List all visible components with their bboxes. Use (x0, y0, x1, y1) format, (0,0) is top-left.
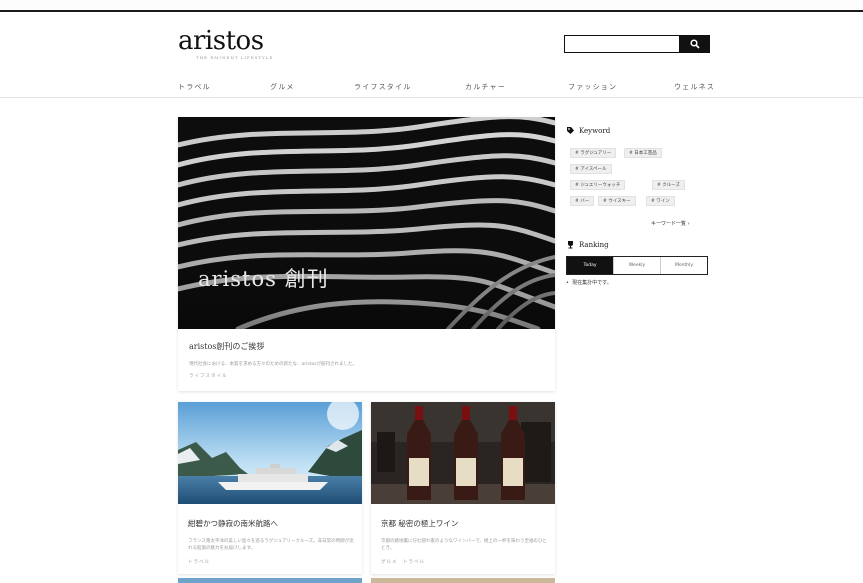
ranking-status: • 現在集計中です。 (566, 280, 612, 286)
search-button[interactable] (680, 35, 710, 53)
next-card-peek (178, 578, 362, 583)
feature-category[interactable]: ライフスタイル (189, 373, 228, 379)
feature-title[interactable]: aristos創刊のご挨拶 (189, 341, 264, 352)
keyword-tag[interactable]: # アイスペール (570, 164, 612, 174)
nav-item-gourmet[interactable]: グルメ (270, 82, 295, 92)
nav-item-travel[interactable]: トラベル (178, 82, 211, 92)
next-card-peek (371, 578, 555, 583)
trophy-icon (568, 241, 573, 249)
article-excerpt: フランス南太平洋の美しい島々を巡るラグジュアリークルーズ。非日常の時間が流れる船… (188, 539, 354, 551)
keyword-tag[interactable]: # バー (570, 196, 595, 206)
feature-overlay-text: aristos 創刊 (198, 267, 329, 291)
nav-item-lifestyle[interactable]: ライフスタイル (354, 82, 411, 92)
ranking-heading-label: Ranking (579, 240, 609, 249)
article-card[interactable]: 京都 秘密の極上ワイン 京都の路地裏に佇む隠れ家のようなワインバーで、極上の一杯… (371, 402, 555, 574)
site-tagline: THE EMINENT LIFESTYLE (196, 55, 274, 60)
ranking-tabs: Today Weekly Monthly (566, 256, 708, 275)
nav-item-fashion[interactable]: ファッション (568, 82, 617, 92)
keyword-tag[interactable]: # ジュエリーウォッチ (570, 180, 626, 190)
keyword-tag[interactable]: # ワイン (646, 196, 675, 206)
article-category[interactable]: トラベル (188, 559, 210, 565)
keyword-tag[interactable]: # ウイスキー (598, 196, 636, 206)
tab-monthly[interactable]: Monthly (661, 257, 707, 274)
keyword-tag[interactable]: # ラグジュアリー (570, 148, 617, 158)
keyword-heading-label: Keyword (579, 126, 611, 135)
search-input[interactable] (564, 35, 680, 53)
tag-icon (567, 127, 574, 134)
nav-item-culture[interactable]: カルチャー (465, 82, 506, 92)
keyword-list-link[interactable]: キーワード一覧 › (651, 220, 690, 227)
nav-item-wellness[interactable]: ウェルネス (674, 82, 715, 92)
article-category[interactable]: グルメ トラベル (381, 559, 425, 565)
search-icon (690, 39, 700, 49)
tab-weekly[interactable]: Weekly (614, 257, 661, 274)
keyword-tag[interactable]: # クルーズ (652, 180, 685, 190)
keyword-heading: Keyword (566, 126, 610, 135)
feature-image: aristos 創刊 (178, 117, 555, 329)
wine-image (371, 402, 555, 504)
article-card[interactable]: 紺碧かつ静寂の南米航路へ フランス南太平洋の美しい島々を巡るラグジュアリークルー… (178, 402, 362, 574)
keyword-tag[interactable]: # 日本工芸品 (624, 148, 662, 158)
article-title[interactable]: 紺碧かつ静寂の南米航路へ (188, 518, 278, 529)
main-nav: トラベル グルメ ライフスタイル カルチャー ファッション ウェルネス (178, 82, 714, 98)
site-header: aristos THE EMINENT LIFESTYLE トラベル グルメ ラ… (0, 12, 863, 98)
article-title[interactable]: 京都 秘密の極上ワイン (381, 518, 458, 529)
tab-today[interactable]: Today (567, 257, 614, 274)
article-excerpt: 京都の路地裏に佇む隠れ家のようなワインバーで、極上の一杯を味わう至福のひととき。 (381, 539, 547, 551)
cruise-image (178, 402, 362, 504)
browser-top-bar (0, 0, 863, 12)
ranking-heading: Ranking (566, 240, 609, 249)
search-form (564, 35, 710, 53)
feature-article-card[interactable]: aristos 創刊 aristos創刊のご挨拶 現代社会における、本質を求める… (178, 117, 555, 391)
site-logo[interactable]: aristos (178, 26, 264, 56)
feature-excerpt: 現代社会における、本質を求める方々のための新たな、aristosが創刊されました… (189, 362, 358, 367)
